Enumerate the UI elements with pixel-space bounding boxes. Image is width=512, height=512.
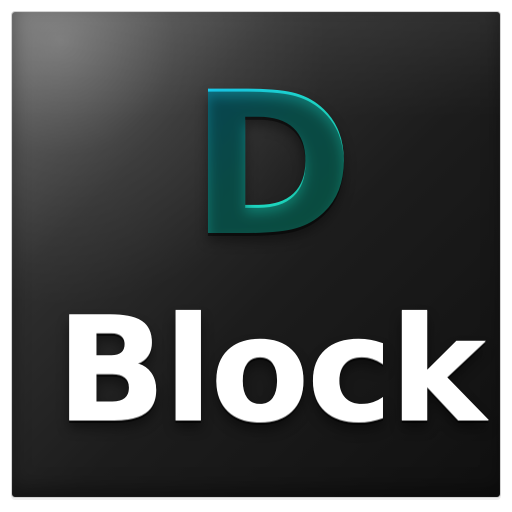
app-icon: D Block [0, 0, 512, 512]
icon-tile: D Block [11, 11, 501, 498]
monogram-letter: D [186, 66, 356, 278]
icon-wordmark: Block [55, 286, 486, 455]
